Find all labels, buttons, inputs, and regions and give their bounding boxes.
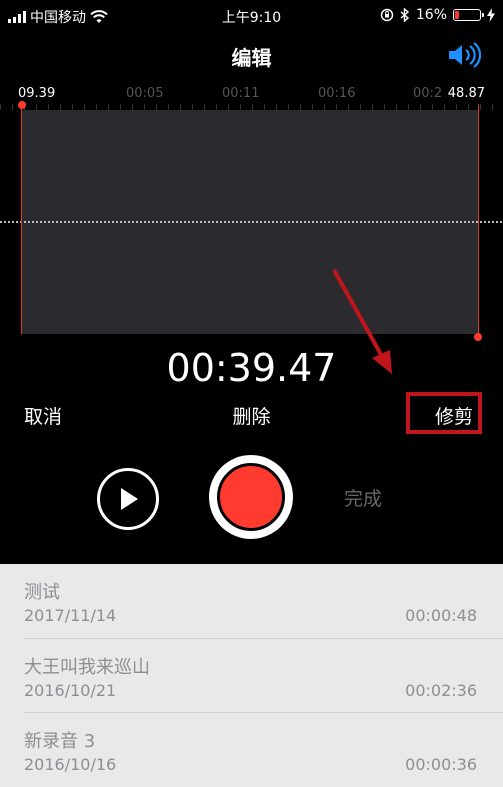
recording-name: 测试 [24, 582, 60, 603]
play-button[interactable] [97, 468, 159, 530]
status-right: 16% [380, 7, 495, 23]
play-icon [121, 488, 138, 510]
done-button[interactable]: 完成 [344, 484, 382, 511]
charging-bolt-icon [487, 8, 495, 22]
battery-percent: 16% [415, 7, 447, 23]
bluetooth-icon [400, 8, 409, 22]
orientation-lock-icon [380, 8, 394, 22]
record-button[interactable] [209, 455, 293, 539]
timeline-tick: 00:11 [222, 86, 260, 101]
record-icon [217, 463, 285, 531]
trim-end-handle[interactable] [478, 104, 479, 336]
timeline-tick: 00:2 [413, 86, 443, 101]
speaker-icon[interactable] [447, 42, 481, 68]
recording-date: 2016/10/16 [24, 755, 117, 774]
recording-date: 2016/10/21 [24, 681, 117, 700]
recording-date: 2017/11/14 [24, 606, 117, 625]
trim-start-knob[interactable] [18, 101, 26, 109]
recording-name: 新录音 3 [24, 731, 96, 752]
trim-end-knob[interactable] [474, 333, 482, 341]
selection-duration: 00:39.47 [166, 346, 337, 390]
annotation-arrow-icon [332, 269, 392, 374]
battery-icon [453, 9, 484, 21]
recording-length: 00:00:36 [405, 755, 477, 774]
recording-name: 大王叫我来巡山 [24, 657, 150, 678]
timeline-tick: 00:05 [126, 86, 164, 101]
trim-start-handle[interactable] [21, 104, 22, 334]
timeline-tick: 00:16 [318, 86, 356, 101]
list-item[interactable]: 测试 2017/11/14 00:00:48 [0, 564, 503, 638]
status-bar: 中国移动 上午9:10 16% [0, 0, 503, 32]
list-item[interactable]: 新录音 3 2016/10/16 00:00:36 [0, 713, 503, 787]
recordings-list: 测试 2017/11/14 00:00:48 大王叫我来巡山 2016/10/2… [0, 564, 503, 787]
trim-end-time: 48.87 [447, 86, 485, 101]
trim-highlight-box [406, 392, 482, 434]
waveform-baseline [0, 221, 503, 223]
trim-start-time: 09.39 [18, 86, 56, 101]
list-item[interactable]: 大王叫我来巡山 2016/10/21 00:02:36 [0, 639, 503, 713]
recording-length: 00:00:48 [405, 606, 477, 625]
page-title: 编辑 [231, 46, 272, 70]
recording-length: 00:02:36 [405, 681, 477, 700]
